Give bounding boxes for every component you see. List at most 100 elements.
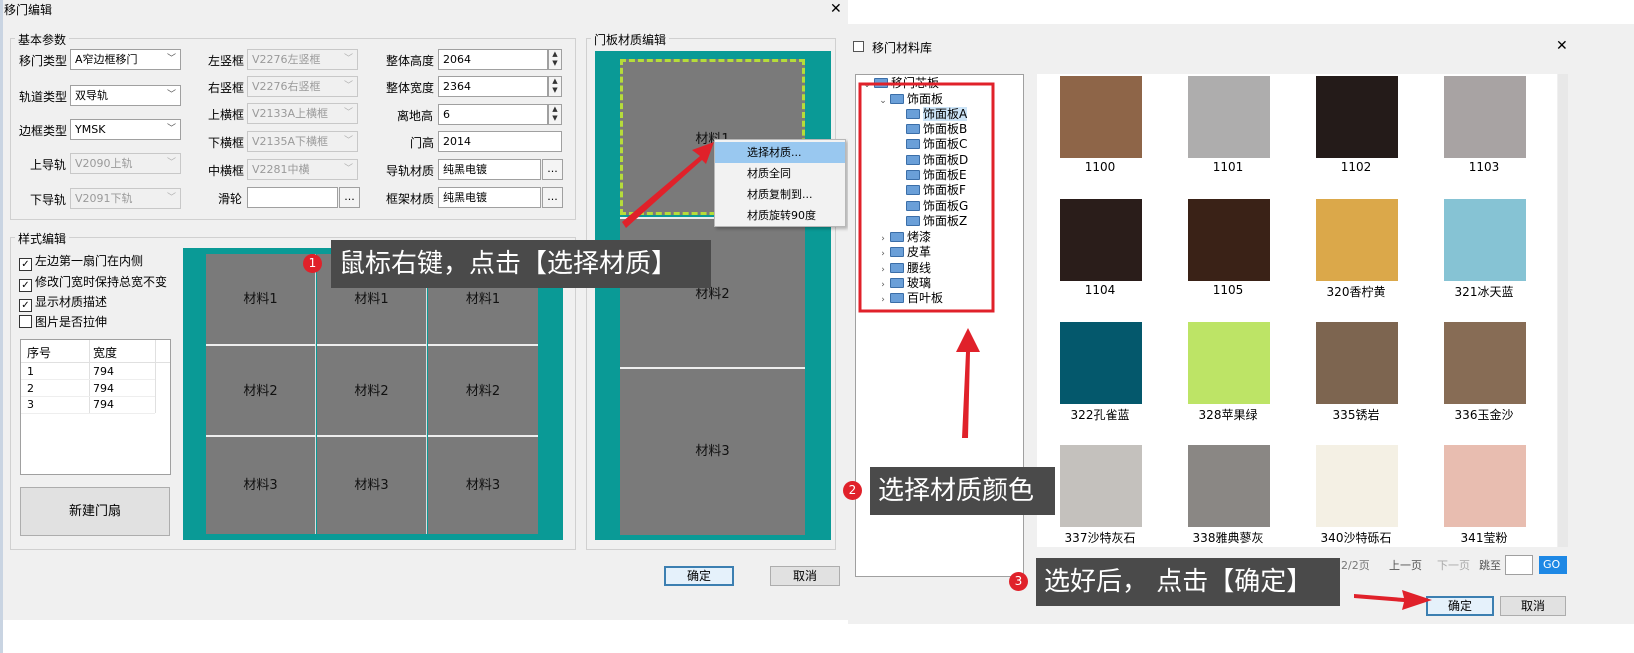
checkbox-first-door-inside[interactable]: ✓ 左边第一扇门在内侧: [19, 252, 143, 271]
swatch[interactable]: [1444, 445, 1526, 527]
bottom-rail-select: V2135A下横框 ﹀: [247, 131, 358, 152]
tree-item[interactable]: › 百叶板: [878, 291, 943, 306]
swatch[interactable]: [1444, 322, 1526, 404]
cancel-button[interactable]: 取消: [1500, 596, 1566, 616]
folder-icon: [890, 94, 904, 104]
swatch[interactable]: [1188, 199, 1270, 281]
close-icon[interactable]: ✕: [1556, 38, 1568, 54]
context-menu: 选择材质... 材质全同 材质复制到... 材质旋转90度: [714, 139, 846, 227]
menu-item-copy-material[interactable]: 材质复制到...: [715, 184, 845, 205]
tree-item[interactable]: 饰面板C: [906, 137, 967, 152]
swatch-label: 321冰天蓝: [1454, 285, 1514, 299]
table-cell: 1: [27, 365, 34, 378]
door-type-select[interactable]: A窄边框移门 ﹀: [70, 49, 181, 70]
new-panel-button[interactable]: 新建门扇: [20, 487, 170, 536]
swatch[interactable]: [1316, 322, 1398, 404]
prev-page-link[interactable]: 上一页: [1389, 557, 1422, 573]
swatch[interactable]: [1444, 76, 1526, 158]
close-icon[interactable]: ✕: [830, 1, 842, 17]
swatch[interactable]: [1444, 199, 1526, 281]
preview-cell[interactable]: 材料3: [317, 437, 427, 534]
rail-material-browse-button[interactable]: ...: [542, 159, 563, 180]
ground-clearance-spinner[interactable]: ▲ ▼: [548, 104, 562, 125]
swatch[interactable]: [1188, 322, 1270, 404]
panel-cell[interactable]: 材料3: [620, 369, 805, 535]
folder-icon: [890, 293, 904, 303]
preview-cell[interactable]: 材料3: [206, 437, 316, 534]
total-height-spinner[interactable]: ▲ ▼: [548, 49, 562, 70]
tree-item[interactable]: 饰面板D: [906, 153, 968, 168]
tree-item[interactable]: › 烤漆: [878, 230, 931, 245]
pulley-browse-button[interactable]: ...: [339, 187, 360, 208]
swatch[interactable]: [1188, 76, 1270, 158]
preview-cell[interactable]: 材料1: [206, 254, 316, 346]
tree-label: 饰面板Z: [923, 214, 968, 228]
total-width-label: 整体宽度: [386, 81, 435, 95]
swatch[interactable]: [1060, 199, 1142, 281]
tree-item[interactable]: › 玻璃: [878, 276, 931, 291]
menu-item-select-material[interactable]: 选择材质...: [715, 142, 845, 163]
frame-material-browse-button[interactable]: ...: [542, 187, 563, 208]
rail-material-field[interactable]: 纯黑电镀: [438, 159, 541, 180]
menu-item-same-material[interactable]: 材质全同: [715, 163, 845, 184]
swatch[interactable]: [1316, 76, 1398, 158]
track-type-select[interactable]: 双导轨 ﹀: [70, 85, 181, 106]
ok-button[interactable]: 确定: [664, 566, 734, 586]
swatch[interactable]: [1060, 322, 1142, 404]
swatch[interactable]: [1316, 199, 1398, 281]
expand-icon[interactable]: ›: [878, 247, 888, 262]
tree-item[interactable]: 饰面板E: [906, 168, 967, 183]
tree-item[interactable]: › 腰线: [878, 261, 931, 276]
tree-item-selected[interactable]: 饰面板A: [906, 107, 968, 122]
frame-type-select[interactable]: YMSK ﹀: [70, 119, 181, 140]
checkbox-keep-total-width[interactable]: ✓ 修改门宽时保持总宽不变: [19, 273, 167, 292]
door-height-field[interactable]: 2014: [438, 131, 562, 152]
preview-cell[interactable]: 材料2: [206, 346, 316, 437]
checkbox-show-material-desc[interactable]: ✓ 显示材质描述: [19, 293, 107, 312]
menu-item-rotate-material[interactable]: 材质旋转90度: [715, 205, 845, 226]
tree-item[interactable]: 饰面板F: [906, 183, 966, 198]
tree-item[interactable]: › 皮革: [878, 245, 931, 260]
folder-icon: [906, 170, 920, 180]
track-type-value: 双导轨: [75, 89, 108, 102]
app-icon: [853, 41, 864, 52]
pulley-field[interactable]: [247, 187, 338, 208]
folder-icon: [890, 232, 904, 242]
scrollbar[interactable]: [1558, 74, 1568, 547]
swatch[interactable]: [1316, 445, 1398, 527]
table-header-divider: [21, 362, 170, 363]
ok-button[interactable]: 确定: [1426, 596, 1494, 616]
tree-item-group[interactable]: ⌄ 饰面板: [878, 92, 943, 107]
expand-icon[interactable]: ›: [878, 293, 888, 308]
frame-type-label: 边框类型: [19, 124, 68, 138]
total-width-field[interactable]: 2364: [438, 76, 548, 97]
total-width-spinner[interactable]: ▲ ▼: [548, 76, 562, 97]
preview-cell[interactable]: 材料3: [428, 437, 538, 534]
cancel-button[interactable]: 取消: [770, 566, 840, 586]
checkbox-stretch-image[interactable]: 图片是否拉伸: [19, 313, 107, 330]
swatch[interactable]: [1188, 445, 1270, 527]
total-height-field[interactable]: 2064: [438, 49, 548, 70]
tree-item[interactable]: 饰面板G: [906, 199, 968, 214]
ground-clearance-field[interactable]: 6: [438, 104, 548, 125]
frame-material-field[interactable]: 纯黑电镀: [438, 187, 541, 208]
door-type-label: 移门类型: [19, 54, 68, 68]
mid-rail-value: V2281中横: [252, 163, 310, 176]
checkbox-checked-icon: ✓: [19, 299, 32, 312]
table-cell: 3: [27, 398, 34, 411]
swatch-label: 1100: [1084, 160, 1116, 174]
preview-cell[interactable]: 材料2: [317, 346, 427, 437]
annotation-number-badge: 1: [303, 254, 322, 273]
swatch[interactable]: [1060, 445, 1142, 527]
preview-cell[interactable]: 材料2: [428, 346, 538, 437]
collapse-icon[interactable]: ⌄: [862, 78, 872, 93]
jump-page-input[interactable]: [1505, 555, 1533, 575]
go-button[interactable]: GO: [1539, 556, 1567, 574]
collapse-icon[interactable]: ⌄: [878, 94, 888, 109]
tree-item[interactable]: 饰面板Z: [906, 214, 967, 229]
next-page-link[interactable]: 下一页: [1437, 557, 1470, 573]
swatch[interactable]: [1060, 76, 1142, 158]
tree-item-root[interactable]: ⌄ 移门芯板: [862, 76, 939, 91]
tree-label: 饰面板C: [923, 137, 968, 151]
tree-item[interactable]: 饰面板B: [906, 122, 967, 137]
